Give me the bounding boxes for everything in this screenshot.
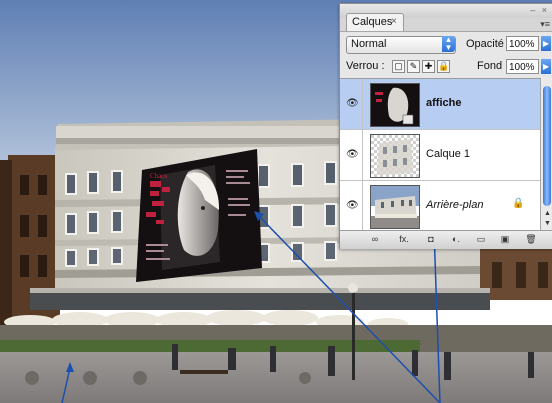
layer-name: affiche — [426, 97, 462, 109]
layer-name: Arrière-plan — [426, 199, 484, 211]
lock-row: Verrou : ▢ ✎ ✚ 🔒 Fond : 100% ▶ — [340, 56, 552, 78]
tab-label: Calques — [352, 16, 393, 28]
affiche-thumbnail — [371, 84, 419, 126]
layer-name: Calque 1 — [426, 148, 471, 160]
layer-arriere-plan[interactable]: 👁 Arrière-plan 🔒 — [340, 181, 540, 231]
blend-mode-value: Normal — [351, 38, 387, 50]
blend-row: Normal ▲ ▼ Opacité : 100% ▶ — [340, 31, 552, 57]
poster-title: Chaos — [150, 172, 168, 180]
layer-affiche[interactable]: 👁 affiche — [340, 79, 540, 130]
fill-slider-icon[interactable]: ▶ — [541, 59, 551, 74]
folder-icon[interactable]: ▭ — [474, 234, 488, 245]
layer-thumbnail — [370, 83, 420, 127]
blend-mode-select[interactable]: Normal ▲ ▼ — [346, 36, 456, 54]
panel-menu-icon[interactable]: ▾≡ — [540, 19, 550, 30]
eye-icon: 👁 — [346, 200, 359, 211]
opacity-slider-icon[interactable]: ▶ — [541, 36, 551, 51]
chevron-updown-icon: ▲ ▼ — [442, 36, 455, 52]
lock-paint-icon[interactable]: ✎ — [407, 60, 420, 73]
lock-move-icon[interactable]: ✚ — [422, 60, 435, 73]
layer-scrollbar[interactable]: ▲ ▼ — [540, 78, 552, 230]
layer-thumbnail — [370, 134, 420, 178]
scroll-up-icon[interactable]: ▲ — [544, 210, 551, 217]
visibility-toggle[interactable]: 👁 — [340, 130, 363, 180]
mask-icon[interactable]: ◘ — [424, 234, 438, 245]
lamp-post — [352, 290, 355, 380]
lock-icon: 🔒 — [512, 198, 525, 209]
layers-panel: – × Calques × ▾≡ Normal ▲ ▼ Opacité : 100… — [339, 3, 552, 249]
tab-calques[interactable]: Calques × — [346, 13, 404, 32]
fill-field[interactable]: 100% — [506, 59, 539, 74]
layer-list: 👁 affiche 👁 Calque 1 👁 Arrière-plan 🔒 — [340, 78, 540, 231]
opacity-label: Opacité : — [466, 38, 511, 50]
eye-icon: 👁 — [346, 149, 359, 160]
close-tab-icon[interactable]: × — [391, 16, 397, 27]
visibility-toggle[interactable]: 👁 — [340, 181, 363, 231]
trash-icon[interactable]: 🗑 — [524, 234, 538, 245]
lock-label: Verrou : — [346, 60, 385, 72]
scrollbar-thumb[interactable] — [543, 86, 551, 206]
fx-icon[interactable]: fx. — [396, 234, 412, 245]
fill-label: Fond : — [477, 60, 509, 72]
visibility-toggle[interactable]: 👁 — [340, 79, 363, 129]
awning-strip — [30, 292, 490, 310]
eye-icon: 👁 — [346, 98, 359, 109]
new-layer-icon[interactable]: ▣ — [498, 234, 512, 245]
hedge — [0, 340, 420, 352]
window-controls[interactable]: – × — [530, 5, 549, 15]
panel-footer: ∞ fx. ◘ ◐. ▭ ▣ 🗑 — [340, 230, 552, 249]
layer-calque-1[interactable]: 👁 Calque 1 — [340, 130, 540, 181]
link-icon[interactable]: ∞ — [368, 234, 382, 245]
opacity-field[interactable]: 100% — [506, 36, 539, 51]
background-thumbnail — [371, 186, 419, 228]
layer-thumbnail — [370, 185, 420, 229]
lock-transparency-icon[interactable]: ▢ — [392, 60, 405, 73]
lock-all-icon[interactable]: 🔒 — [437, 60, 450, 73]
scroll-down-icon[interactable]: ▼ — [544, 220, 551, 227]
adjustment-icon[interactable]: ◐. — [448, 234, 464, 245]
calque-1-thumbnail — [371, 135, 419, 177]
